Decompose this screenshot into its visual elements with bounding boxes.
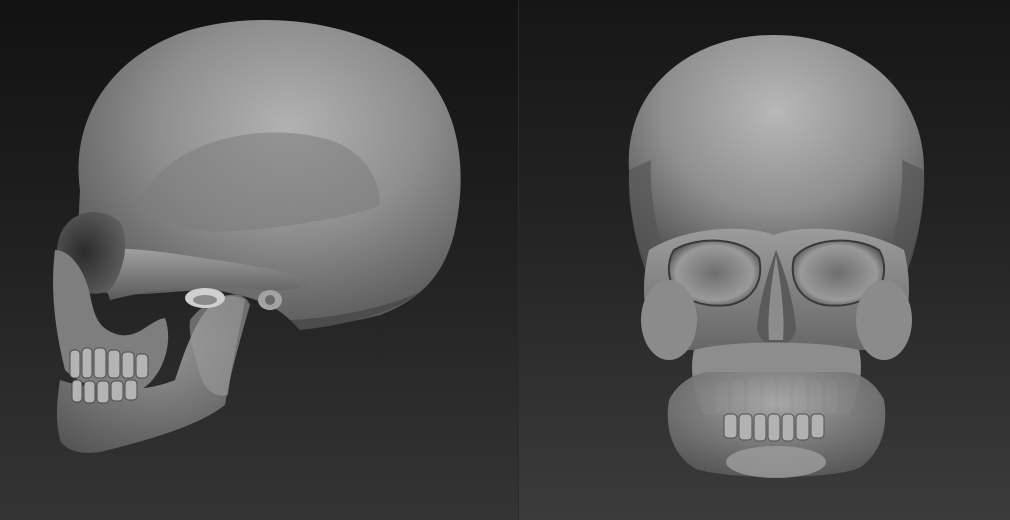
viewport-front[interactable]: [519, 0, 1010, 520]
left-zygomatic: [641, 280, 697, 360]
skull-side-view: [53, 20, 461, 453]
viewport-side[interactable]: [0, 0, 519, 520]
skull-front-view: [628, 35, 925, 478]
sculpt-canvas: [0, 0, 1010, 520]
right-zygomatic: [856, 280, 912, 360]
lower-teeth: [723, 413, 825, 442]
chin: [726, 446, 826, 478]
